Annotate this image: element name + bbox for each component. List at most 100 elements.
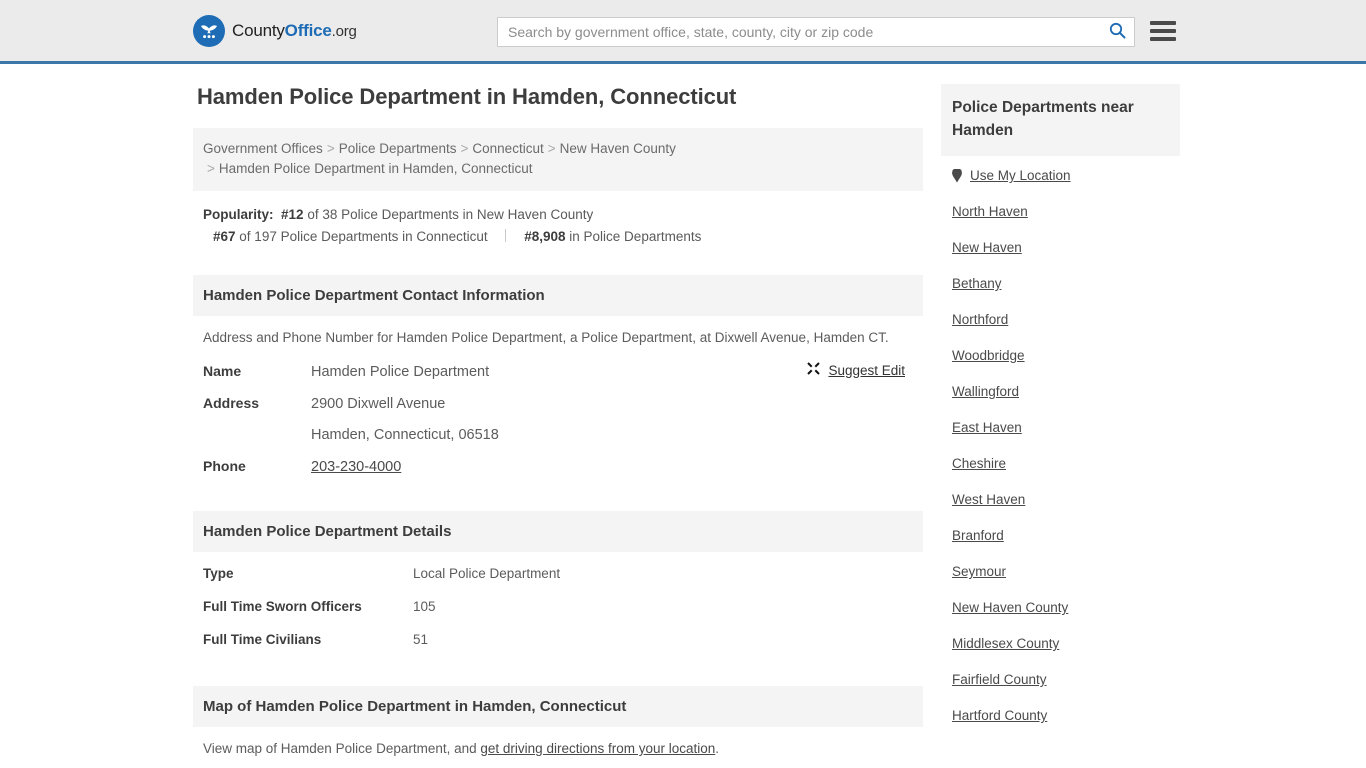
sidebar-item-label-1[interactable]: New Haven — [952, 240, 1022, 255]
breadcrumb-item-3[interactable]: New Haven County — [560, 141, 676, 156]
sidebar-heading: Police Departments near Hamden — [941, 84, 1180, 156]
sidebar-item-wallingford[interactable]: Wallingford — [952, 384, 1180, 399]
popularity-rank-county: #12 — [281, 207, 304, 222]
map-description: View map of Hamden Police Department, an… — [193, 727, 923, 768]
sidebar-item-label-8[interactable]: West Haven — [952, 492, 1025, 507]
sidebar-item-northford[interactable]: Northford — [952, 312, 1180, 327]
popularity-text-county: of 38 Police Departments in New Haven Co… — [307, 207, 594, 222]
sidebar: Police Departments near Hamden Use My Lo… — [941, 84, 1180, 768]
breadcrumb-separator-1: > — [460, 141, 469, 156]
details-key-type: Type — [203, 566, 234, 581]
sidebar-item-middlesex-county[interactable]: Middlesex County — [952, 636, 1180, 651]
details-row-civilians: Full Time Civilians 51 — [203, 632, 913, 647]
phone-number-link[interactable]: 203-230-4000 — [311, 459, 401, 475]
logo-text-org: .org — [331, 22, 357, 40]
map-pin-icon — [952, 168, 962, 183]
popularity-rank-state: #67 — [213, 229, 236, 244]
suggest-edit-button[interactable]: Suggest Edit — [806, 361, 905, 379]
sidebar-item-label-use-my-location[interactable]: Use My Location — [970, 168, 1071, 183]
search-input[interactable] — [498, 18, 1100, 46]
popularity-block: Popularity: #12 of 38 Police Departments… — [193, 191, 923, 258]
sidebar-item-label-3[interactable]: Northford — [952, 312, 1008, 327]
sidebar-item-label-7[interactable]: Cheshire — [952, 456, 1006, 471]
sidebar-item-label-6[interactable]: East Haven — [952, 420, 1022, 435]
sidebar-item-use-my-location[interactable]: Use My Location — [952, 168, 1180, 183]
sidebar-item-woodbridge[interactable]: Woodbridge — [952, 348, 1180, 363]
breadcrumb-item-1[interactable]: Police Departments — [339, 141, 457, 156]
sidebar-item-fairfield-county[interactable]: Fairfield County — [952, 672, 1180, 687]
logo-text-office: Office — [284, 20, 332, 40]
sidebar-item-north-haven[interactable]: North Haven — [952, 204, 1180, 219]
contact-value-address-line2: Hamden, Connecticut, 06518 — [311, 427, 499, 443]
contact-row-address: Address 2900 Dixwell Avenue — [203, 395, 913, 412]
suggest-edit-label: Suggest Edit — [828, 362, 905, 378]
sidebar-item-branford[interactable]: Branford — [952, 528, 1180, 543]
sidebar-item-label-0[interactable]: North Haven — [952, 204, 1028, 219]
details-value-type: Local Police Department — [413, 566, 561, 581]
sidebar-item-bethany[interactable]: Bethany — [952, 276, 1180, 291]
map-section-heading: Map of Hamden Police Department in Hamde… — [193, 686, 923, 727]
sidebar-item-east-haven[interactable]: East Haven — [952, 420, 1180, 435]
contact-description: Address and Phone Number for Hamden Poli… — [203, 330, 889, 345]
driving-directions-link[interactable]: get driving directions from your locatio… — [480, 741, 715, 756]
details-section-body: Type Local Police Department Full Time S… — [193, 552, 923, 669]
sidebar-item-west-haven[interactable]: West Haven — [952, 492, 1180, 507]
contact-row-name: Name Hamden Police Department Suggest Ed… — [203, 361, 913, 380]
map-description-suffix: . — [715, 741, 720, 756]
page-container: Hamden Police Department in Hamden, Conn… — [0, 64, 1366, 768]
edit-icon — [806, 361, 821, 379]
popularity-text-state: of 197 Police Departments in Connecticut — [239, 229, 488, 244]
site-header: CountyOffice.org — [0, 0, 1366, 64]
sidebar-item-seymour[interactable]: Seymour — [952, 564, 1180, 579]
details-section-heading: Hamden Police Department Details — [193, 511, 923, 552]
eagle-logo-icon — [193, 14, 225, 47]
popularity-row-1: Popularity: #12 of 38 Police Departments… — [203, 204, 913, 226]
popularity-row-2: #67 of 197 Police Departments in Connect… — [203, 226, 913, 248]
breadcrumb: Government Offices > Police Departments > Co… — [193, 128, 923, 191]
sidebar-item-label-10[interactable]: Seymour — [952, 564, 1006, 579]
details-value-civilians: 51 — [413, 632, 429, 647]
sidebar-item-label-4[interactable]: Woodbridge — [952, 348, 1025, 363]
contact-row-phone: Phone 203-230-4000 — [203, 458, 913, 475]
breadcrumb-item-0[interactable]: Government Offices — [203, 141, 323, 156]
site-logo[interactable]: CountyOffice.org — [193, 14, 357, 47]
site-logo-text: CountyOffice.org — [232, 21, 357, 41]
details-value-sworn-officers: 105 — [413, 599, 436, 614]
contact-row-address-2: Hamden, Connecticut, 06518 — [203, 427, 913, 443]
contact-section-body: Address and Phone Number for Hamden Poli… — [193, 316, 923, 494]
breadcrumb-item-2[interactable]: Connecticut — [472, 141, 543, 156]
breadcrumb-separator-2: > — [547, 141, 556, 156]
logo-text-county: County — [232, 20, 285, 40]
popularity-label: Popularity: — [203, 207, 274, 222]
contact-key-phone: Phone — [203, 458, 246, 474]
hamburger-bar-3 — [1150, 37, 1176, 41]
breadcrumb-separator-0: > — [326, 141, 335, 156]
sidebar-item-label-2[interactable]: Bethany — [952, 276, 1002, 291]
hamburger-bar-1 — [1150, 21, 1176, 25]
sidebar-item-label-13[interactable]: Fairfield County — [952, 672, 1047, 687]
sidebar-item-label-14[interactable]: Hartford County — [952, 708, 1047, 723]
main-content: Hamden Police Department in Hamden, Conn… — [193, 84, 923, 768]
sidebar-item-label-9[interactable]: Branford — [952, 528, 1004, 543]
contact-value-address-line1: 2900 Dixwell Avenue — [311, 396, 446, 412]
search-icon — [1109, 22, 1126, 42]
sidebar-item-cheshire[interactable]: Cheshire — [952, 456, 1180, 471]
sidebar-item-new-haven-county[interactable]: New Haven County — [952, 600, 1180, 615]
contact-section-heading: Hamden Police Department Contact Informa… — [193, 275, 923, 316]
sidebar-item-label-11[interactable]: New Haven County — [952, 600, 1068, 615]
search-submit-button[interactable] — [1100, 18, 1134, 46]
menu-toggle-button[interactable] — [1150, 21, 1176, 41]
breadcrumb-separator-3: > — [207, 161, 215, 176]
popularity-divider — [505, 229, 507, 242]
sidebar-item-label-12[interactable]: Middlesex County — [952, 636, 1059, 651]
sidebar-list: Use My Location North Haven New Haven Be… — [941, 156, 1180, 723]
hamburger-bar-2 — [1150, 29, 1176, 33]
sidebar-item-label-5[interactable]: Wallingford — [952, 384, 1019, 399]
contact-value-name: Hamden Police Department — [311, 364, 490, 380]
details-row-type: Type Local Police Department — [203, 566, 913, 581]
page-title: Hamden Police Department in Hamden, Conn… — [197, 84, 737, 109]
map-description-prefix: View map of Hamden Police Department, an… — [203, 741, 481, 756]
sidebar-item-new-haven[interactable]: New Haven — [952, 240, 1180, 255]
search-bar[interactable] — [497, 17, 1135, 47]
sidebar-item-hartford-county[interactable]: Hartford County — [952, 708, 1180, 723]
